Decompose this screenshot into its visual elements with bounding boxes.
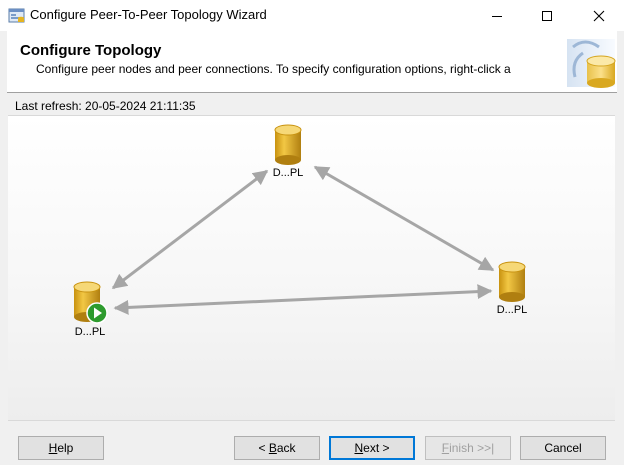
help-label-accel: H — [48, 441, 58, 455]
page-title: Configure Topology — [20, 42, 162, 59]
maximize-button[interactable] — [524, 0, 570, 31]
database-icon — [498, 261, 526, 302]
next-label-accel: N — [354, 441, 364, 455]
connection-left-top[interactable] — [111, 169, 269, 290]
wizard-header: Configure Topology Configure peer nodes … — [7, 31, 617, 93]
play-icon — [86, 302, 108, 324]
database-icon — [274, 124, 302, 165]
cancel-label: Cancel — [544, 441, 582, 455]
node-label: D...PL — [496, 304, 528, 316]
wizard-app-icon — [8, 8, 25, 23]
finish-label-accel: F — [441, 441, 450, 455]
minimize-button[interactable] — [474, 0, 520, 31]
back-label-pre: < — [258, 441, 269, 455]
help-button[interactable]: Help — [18, 436, 104, 460]
close-icon — [593, 10, 605, 21]
next-button[interactable]: Next > — [329, 436, 415, 460]
peer-node-left[interactable]: D...PL — [60, 281, 120, 338]
window-title: Configure Peer-To-Peer Topology Wizard — [30, 7, 267, 22]
next-label: ext > — [363, 441, 390, 455]
back-button[interactable]: < Back — [234, 436, 320, 460]
back-label-accel: B — [268, 441, 277, 455]
finish-button[interactable]: Finish >>| — [425, 436, 511, 460]
finish-label: inish >>| — [449, 441, 495, 455]
topology-canvas[interactable]: D...PL D...PL D...PL — [8, 115, 615, 421]
database-icon — [73, 281, 108, 324]
help-label: elp — [57, 441, 74, 455]
last-refresh-text: Last refresh: 20-05-2024 21:11:35 — [15, 99, 196, 113]
node-label: D...PL — [272, 167, 304, 179]
cancel-button[interactable]: Cancel — [520, 436, 606, 460]
page-subtitle: Configure peer nodes and peer connection… — [36, 62, 511, 76]
node-label: D...PL — [74, 326, 106, 338]
database-wizard-graphic — [567, 39, 616, 88]
connection-left-right[interactable] — [113, 284, 493, 315]
close-button[interactable] — [576, 0, 622, 31]
minimize-icon — [492, 15, 502, 17]
peer-node-right[interactable]: D...PL — [482, 261, 542, 316]
title-bar: Configure Peer-To-Peer Topology Wizard — [0, 0, 624, 31]
peer-node-top[interactable]: D...PL — [258, 124, 318, 179]
connection-right-top[interactable] — [313, 165, 495, 272]
maximize-icon — [542, 10, 552, 21]
back-label: ack — [276, 441, 296, 455]
